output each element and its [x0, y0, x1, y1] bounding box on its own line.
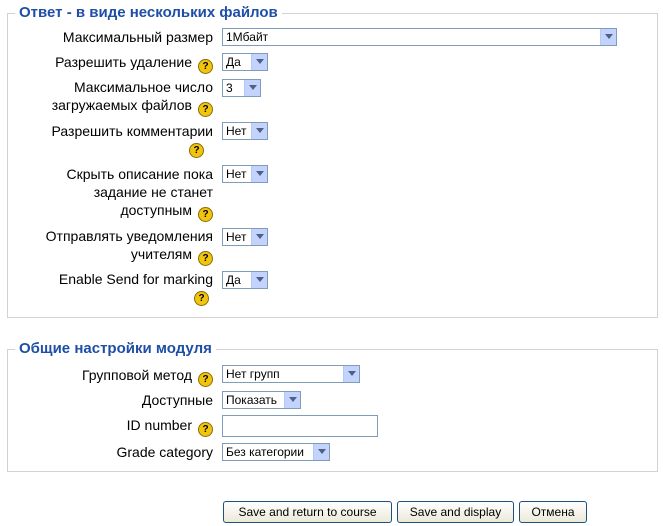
chevron-down-icon: [343, 366, 359, 382]
save-and-display-button[interactable]: Save and display: [397, 501, 514, 523]
section-title: Общие настройки модуля: [15, 340, 216, 358]
allow-comments-value: Нет: [226, 124, 247, 138]
visible-label: Доступные: [141, 392, 213, 408]
help-icon[interactable]: ?: [198, 422, 213, 437]
grade-category-label: Grade category: [116, 444, 214, 460]
group-mode-value: Нет групп: [226, 367, 280, 381]
save-and-return-button[interactable]: Save and return to course: [223, 501, 392, 523]
max-files-label-line1: Максимальное число: [73, 79, 213, 95]
hide-description-label-line3: доступным: [120, 202, 192, 218]
hide-description-select[interactable]: Нет: [222, 165, 268, 183]
allow-delete-value: Да: [226, 55, 241, 69]
id-number-input[interactable]: [222, 415, 378, 437]
max-size-select[interactable]: 1Мбайт: [222, 28, 617, 46]
send-for-marking-label: Enable Send for marking: [58, 271, 213, 287]
notify-teachers-label-line2: учителям: [130, 246, 192, 262]
help-icon[interactable]: ?: [198, 102, 213, 117]
chevron-down-icon: [251, 229, 267, 245]
visible-value: Показать: [226, 393, 278, 407]
notify-teachers-select[interactable]: Нет: [222, 228, 268, 246]
group-mode-label: Групповой метод?: [82, 366, 213, 387]
allow-delete-label: Разрешить удаление?: [55, 53, 213, 74]
help-icon[interactable]: ?: [198, 251, 213, 266]
help-icon[interactable]: ?: [198, 207, 213, 222]
max-size-label: Максимальный размер: [62, 29, 213, 45]
send-for-marking-value: Да: [226, 273, 241, 287]
section-title: Ответ - в виде нескольких файлов: [15, 4, 282, 22]
help-icon[interactable]: ?: [198, 59, 213, 74]
allow-delete-select[interactable]: Да: [222, 53, 268, 71]
grade-category-value: Без категории: [226, 445, 304, 459]
help-icon[interactable]: ?: [194, 291, 209, 306]
visible-select[interactable]: Показать: [222, 391, 301, 409]
chevron-down-icon: [251, 272, 267, 288]
max-size-value: 1Мбайт: [226, 30, 269, 44]
send-for-marking-select[interactable]: Да: [222, 271, 268, 289]
id-number-label-text: ID number: [126, 417, 192, 433]
help-icon[interactable]: ?: [198, 372, 213, 387]
notify-teachers-value: Нет: [226, 230, 247, 244]
max-files-value: 3: [226, 81, 233, 95]
notify-teachers-label: учителям?: [131, 245, 213, 266]
hide-description-label: доступным?: [120, 201, 213, 222]
chevron-down-icon: [251, 54, 267, 70]
group-mode-select[interactable]: Нет групп: [222, 365, 360, 383]
chevron-down-icon: [313, 444, 329, 460]
notify-teachers-label-line1: Отправлять уведомления: [45, 228, 213, 244]
max-files-label: загружаемых файлов?: [52, 96, 213, 117]
max-files-select[interactable]: 3: [222, 79, 261, 97]
allow-comments-label: Разрешить комментарии: [51, 123, 213, 139]
hide-description-label-line1: Скрыть описание пока: [66, 166, 213, 182]
max-files-label-line2: загружаемых файлов: [51, 97, 192, 113]
help-icon[interactable]: ?: [189, 143, 204, 158]
chevron-down-icon: [251, 166, 267, 182]
chevron-down-icon: [244, 80, 260, 96]
group-mode-label-text: Групповой метод: [82, 367, 192, 383]
id-number-label: ID number?: [127, 416, 213, 437]
hide-description-label-line2: задание не станет: [93, 184, 213, 200]
allow-comments-select[interactable]: Нет: [222, 122, 268, 140]
grade-category-select[interactable]: Без категории: [222, 443, 330, 461]
hide-description-value: Нет: [226, 167, 247, 181]
allow-delete-label-text: Разрешить удаление: [55, 54, 192, 70]
cancel-button[interactable]: Отмена: [519, 501, 587, 523]
chevron-down-icon: [284, 392, 300, 408]
chevron-down-icon: [251, 123, 267, 139]
chevron-down-icon: [600, 29, 616, 45]
